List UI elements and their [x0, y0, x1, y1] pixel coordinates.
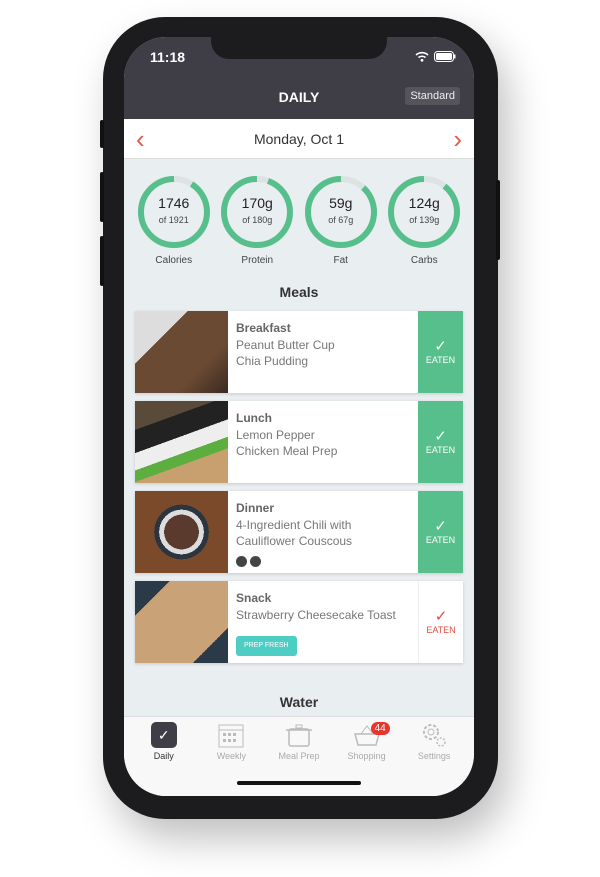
- battery-icon: [434, 51, 456, 62]
- eaten-toggle[interactable]: ✓ EATEN: [418, 401, 463, 483]
- meal-type: Dinner: [236, 501, 275, 515]
- progress-ring: [221, 176, 294, 248]
- meal-card-dinner[interactable]: Dinner 4-Ingredient Chili with Cauliflow…: [135, 491, 463, 573]
- tab-label: Weekly: [216, 751, 247, 761]
- tab-label: Shopping: [347, 751, 386, 761]
- meal-name: Lemon Pepper Chicken Meal Prep: [236, 427, 338, 459]
- macro-label: Carbs: [410, 255, 438, 266]
- meal-info[interactable]: Lunch Lemon Pepper Chicken Meal Prep: [228, 401, 418, 483]
- meal-photo[interactable]: [135, 581, 228, 663]
- gear-icon: [404, 721, 464, 749]
- tab-daily[interactable]: ✓ Daily: [134, 721, 194, 796]
- status-icons: [415, 51, 456, 62]
- power-button: [496, 180, 500, 260]
- person-icon: [236, 556, 247, 567]
- macro-target: of 139g: [409, 215, 440, 225]
- tab-label: Settings: [417, 751, 451, 761]
- meal-type: Snack: [236, 591, 272, 605]
- tab-settings[interactable]: Settings: [404, 721, 464, 796]
- servings: [236, 556, 261, 567]
- progress-arc: [304, 176, 377, 248]
- volume-up-button: [100, 172, 104, 222]
- eaten-toggle[interactable]: ✓ EATEN: [418, 491, 463, 573]
- check-icon: ✓: [434, 518, 447, 535]
- macro-value: 59g: [329, 195, 353, 211]
- meal-type: Breakfast: [236, 321, 291, 335]
- mute-switch: [100, 120, 104, 148]
- macro-ring-calories: 1746 of 1921 Calories: [136, 175, 212, 266]
- macro-value: 1746: [158, 195, 190, 211]
- meal-photo[interactable]: [135, 401, 228, 483]
- macro-label: Protein: [241, 255, 274, 266]
- person-icon: [250, 556, 261, 567]
- eaten-toggle[interactable]: ✓ EATEN: [418, 581, 463, 663]
- macro-ring-protein: 170g of 180g Protein: [219, 175, 295, 266]
- prev-day-button[interactable]: ‹: [136, 126, 145, 152]
- meal-type: Lunch: [236, 411, 272, 425]
- check-icon: ✓: [134, 721, 194, 749]
- meal-card-breakfast[interactable]: Breakfast Peanut Butter Cup Chia Pudding…: [135, 311, 463, 393]
- meal-name: Strawberry Cheesecake Toast: [236, 607, 396, 622]
- pot-icon: [269, 721, 329, 749]
- macro-value: 170g: [241, 195, 273, 211]
- check-icon: ✓: [434, 608, 448, 625]
- macro-label: Calories: [155, 255, 193, 266]
- screen: 11:18 DAILY Standard ‹ Monday, Oct 1 › 1…: [124, 37, 474, 796]
- shopping-count-badge: 44: [370, 722, 390, 735]
- meal-name: Peanut Butter Cup Chia Pudding: [236, 337, 335, 369]
- macro-ring-fat: 59g of 67g Fat: [303, 175, 379, 266]
- eaten-label: EATEN: [425, 355, 456, 365]
- meal-photo[interactable]: [135, 491, 228, 573]
- macro-rings: 1746 of 1921 Calories 170g of 180g Prote…: [124, 175, 474, 266]
- plan-button[interactable]: Standard: [405, 87, 460, 105]
- water-heading: Water: [279, 694, 319, 710]
- prep-fresh-tag: PREP FRESH: [236, 635, 297, 656]
- meal-card-snack[interactable]: Snack Strawberry Cheesecake Toast PREP F…: [135, 581, 463, 663]
- notch: [211, 37, 387, 59]
- eaten-label: EATEN: [425, 445, 456, 455]
- home-indicator: [237, 781, 361, 785]
- macro-target: of 1921: [158, 215, 189, 225]
- progress-arc: [388, 176, 461, 248]
- tab-label: Daily: [153, 751, 174, 761]
- progress-ring: [388, 176, 461, 248]
- eaten-label: EATEN: [426, 625, 456, 635]
- progress-ring: [137, 176, 210, 248]
- meal-info[interactable]: Snack Strawberry Cheesecake Toast PREP F…: [228, 581, 418, 663]
- progress-arc: [221, 176, 294, 248]
- date-navigator: ‹ Monday, Oct 1 ›: [124, 119, 474, 159]
- meal-info[interactable]: Dinner 4-Ingredient Chili with Cauliflow…: [228, 491, 418, 573]
- calendar-icon: [201, 721, 261, 749]
- tab-label: Meal Prep: [278, 751, 320, 761]
- macro-target: of 67g: [328, 215, 354, 225]
- meal-name: 4-Ingredient Chili with Cauliflower Cous…: [236, 517, 353, 549]
- wifi-icon: [415, 51, 429, 62]
- next-day-button[interactable]: ›: [453, 126, 462, 152]
- check-icon: ✓: [434, 428, 447, 445]
- progress-ring: [304, 176, 377, 248]
- eaten-label: EATEN: [425, 535, 456, 545]
- check-icon: ✓: [434, 338, 447, 355]
- eaten-toggle[interactable]: ✓ EATEN: [418, 311, 463, 393]
- progress-arc: [137, 176, 210, 248]
- meal-photo[interactable]: [135, 311, 228, 393]
- macro-target: of 180g: [242, 215, 273, 225]
- volume-down-button: [100, 236, 104, 286]
- status-time: 11:18: [150, 49, 186, 65]
- current-date: Monday, Oct 1: [253, 130, 344, 147]
- meals-heading: Meals: [279, 284, 319, 300]
- meal-info[interactable]: Breakfast Peanut Butter Cup Chia Pudding: [228, 311, 418, 393]
- macro-ring-carbs: 124g of 139g Carbs: [386, 175, 462, 266]
- macro-value: 124g: [408, 195, 440, 211]
- macro-label: Fat: [333, 255, 348, 266]
- meal-card-lunch[interactable]: Lunch Lemon Pepper Chicken Meal Prep ✓ EA…: [135, 401, 463, 483]
